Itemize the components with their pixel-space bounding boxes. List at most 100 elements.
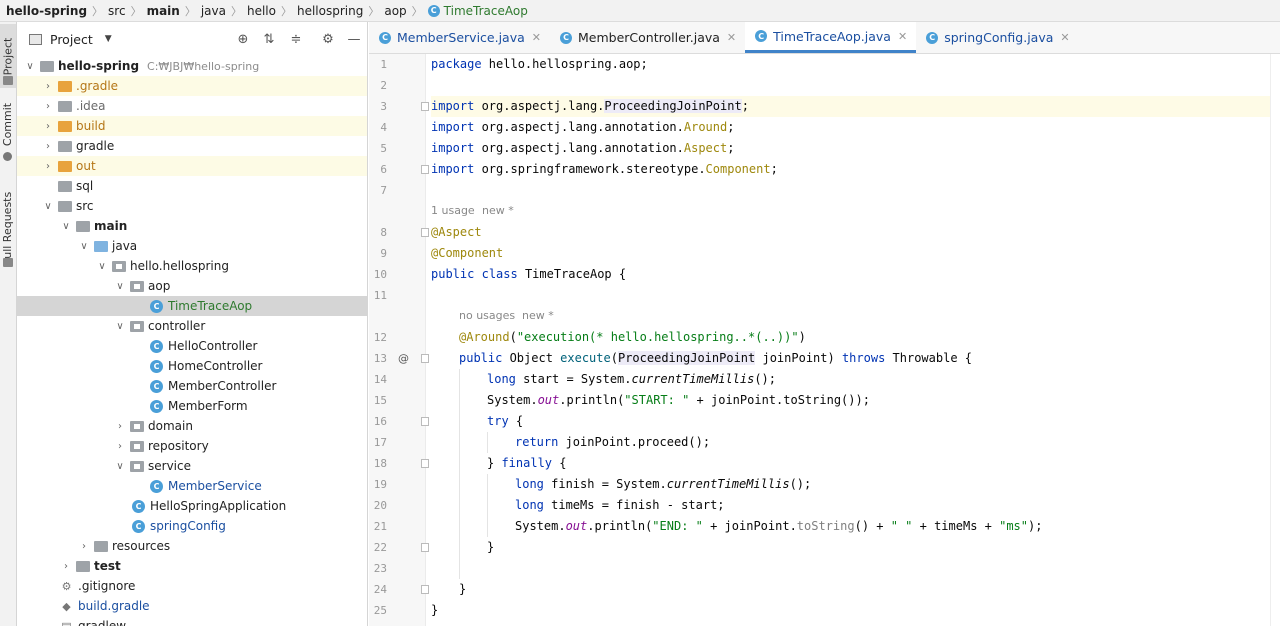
hide-icon[interactable]: — <box>346 31 362 47</box>
tree-item-membercontroller[interactable]: C MemberController <box>17 376 367 396</box>
author-hint[interactable]: new * <box>482 200 514 221</box>
class-icon: C <box>755 30 768 42</box>
tree-item-hello-hellospring[interactable]: ∨ hello.hellospring <box>17 256 367 276</box>
chevron-down-icon[interactable]: ∨ <box>96 261 108 272</box>
tree-item-gitignore[interactable]: ⚙ .gitignore <box>17 576 367 596</box>
chevron-down-icon[interactable]: ∨ <box>78 241 90 252</box>
chevron-right-icon[interactable]: › <box>78 541 90 552</box>
tree-item-springconfig[interactable]: CspringConfig <box>17 516 367 536</box>
fold-icon[interactable] <box>421 417 429 426</box>
tree-item-out[interactable]: › out <box>17 156 367 176</box>
chevron-down-icon[interactable]: ∨ <box>60 221 72 232</box>
tab-membercontroller[interactable]: C MemberController.java ✕ <box>550 22 745 53</box>
locate-icon[interactable]: ⊕ <box>235 31 251 47</box>
tree-item-resources[interactable]: › resources <box>17 536 367 556</box>
fold-icon[interactable] <box>421 543 429 552</box>
tree-item-test[interactable]: › test <box>17 556 367 576</box>
tree-item-hellospringapplication[interactable]: C HelloSpringApplication <box>17 496 367 516</box>
crumb-hello-spring[interactable]: hello-spring <box>6 4 87 18</box>
chevron-down-icon[interactable]: ▼ <box>105 34 112 44</box>
tree-item-gradle-dir[interactable]: › .gradle <box>17 76 367 96</box>
chevron-down-icon[interactable]: ∨ <box>114 461 126 472</box>
tree-item-label: .gitignore <box>78 579 136 593</box>
crumb-hello[interactable]: hello <box>247 4 276 18</box>
fold-icon[interactable] <box>421 585 429 594</box>
tree-item-sql[interactable]: sql <box>17 176 367 196</box>
editor-scrollbar[interactable] <box>1270 54 1280 626</box>
tab-commit-tool[interactable]: Commit <box>0 94 16 154</box>
chevron-right-icon[interactable]: › <box>42 121 54 132</box>
tree-item-build-gradle[interactable]: ◆ build.gradle <box>17 596 367 616</box>
tab-memberservice[interactable]: C MemberService.java ✕ <box>369 22 550 53</box>
tree-item-label: HomeController <box>168 359 263 373</box>
tree-item-memberservice[interactable]: C MemberService <box>17 476 367 496</box>
class-icon: C <box>150 339 163 353</box>
tree-item-java[interactable]: ∨ java <box>17 236 367 256</box>
author-hint[interactable]: new * <box>522 305 554 326</box>
chevron-down-icon[interactable]: ∨ <box>114 281 126 292</box>
chevron-right-icon[interactable]: › <box>42 161 54 172</box>
project-view-icon <box>29 33 42 45</box>
line-number: 16 <box>373 415 387 428</box>
chevron-down-icon[interactable]: ∨ <box>24 61 36 72</box>
fold-icon[interactable] <box>421 459 429 468</box>
fold-icon[interactable] <box>421 354 429 363</box>
tab-springconfig[interactable]: CspringConfig.java ✕ <box>916 22 1078 53</box>
tree-item-service[interactable]: ∨ service <box>17 456 367 476</box>
tree-item-label: gradlew <box>78 619 127 626</box>
chevron-right-icon[interactable]: › <box>42 101 54 112</box>
crumb-main[interactable]: main <box>147 4 180 18</box>
tree-item-hello-spring[interactable]: ∨ hello-spring C:₩JBJ₩hello-spring <box>17 56 367 76</box>
crumb-src[interactable]: src <box>108 4 126 18</box>
tree-item-hellocontroller[interactable]: C HelloController <box>17 336 367 356</box>
fold-icon[interactable] <box>421 165 429 174</box>
collapse-all-icon[interactable]: ≑ <box>288 31 304 47</box>
tree-item-timetraceaop[interactable]: C TimeTraceAop <box>17 296 367 316</box>
tree-item-gradlew[interactable]: ▤ gradlew <box>17 616 367 626</box>
chevron-right-icon[interactable]: › <box>42 81 54 92</box>
tree-item-label: build.gradle <box>78 599 150 613</box>
fold-icon[interactable] <box>421 102 429 111</box>
code-line-current: import org.aspectj.lang.ProceedingJoinPo… <box>431 96 1280 117</box>
tree-item-main[interactable]: ∨ main <box>17 216 367 236</box>
close-icon[interactable]: ✕ <box>727 31 736 44</box>
source-folder-icon <box>94 240 108 252</box>
editor-gutter: 1 2 3 4 5 6 7 8 9 10 11 12 13 @ 14 15 16 … <box>369 54 429 626</box>
tree-item-domain[interactable]: › domain <box>17 416 367 436</box>
code-line: long timeMs = finish - start; <box>515 498 725 512</box>
chevron-down-icon[interactable]: ∨ <box>42 201 54 212</box>
expand-all-icon[interactable]: ⇅ <box>261 31 277 47</box>
crumb-hellospring[interactable]: hellospring <box>297 4 363 18</box>
tree-item-homecontroller[interactable]: C HomeController <box>17 356 367 376</box>
gear-icon[interactable]: ⚙ <box>320 31 336 47</box>
fold-icon[interactable] <box>421 228 429 237</box>
code-editor[interactable]: 1 2 3 4 5 6 7 8 9 10 11 12 13 @ 14 15 16 … <box>369 54 1280 626</box>
close-icon[interactable]: ✕ <box>532 31 541 44</box>
crumb-aop[interactable]: aop <box>384 4 406 18</box>
close-icon[interactable]: ✕ <box>1060 31 1069 44</box>
tree-item-memberform[interactable]: C MemberForm <box>17 396 367 416</box>
project-view-title[interactable]: Project <box>50 32 93 47</box>
chevron-down-icon[interactable]: ∨ <box>114 321 126 332</box>
crumb-file[interactable]: TimeTraceAop <box>444 4 528 18</box>
usage-hint[interactable]: 1 usage <box>431 200 475 221</box>
tab-timetraceaop[interactable]: C TimeTraceAop.java ✕ <box>745 22 917 53</box>
usage-hint[interactable]: no usages <box>459 305 515 326</box>
chevron-right-icon[interactable]: › <box>60 561 72 572</box>
chevron-right-icon[interactable]: › <box>114 421 126 432</box>
tree-item-aop[interactable]: ∨ aop <box>17 276 367 296</box>
tree-item-label: main <box>94 219 128 233</box>
tree-item-gradle[interactable]: › gradle <box>17 136 367 156</box>
tree-item-src[interactable]: ∨ src <box>17 196 367 216</box>
chevron-right-icon[interactable]: › <box>114 441 126 452</box>
aspect-gutter-icon[interactable]: @ <box>398 348 409 369</box>
close-icon[interactable]: ✕ <box>898 30 907 43</box>
tree-item-repository[interactable]: › repository <box>17 436 367 456</box>
commit-icon <box>3 152 12 161</box>
tree-item-build[interactable]: › build <box>17 116 367 136</box>
tree-item-controller[interactable]: ∨ controller <box>17 316 367 336</box>
tree-item-idea[interactable]: › .idea <box>17 96 367 116</box>
crumb-java[interactable]: java <box>201 4 226 18</box>
project-panel-header: Project ▼ ⊕ ⇅ ≑ ⚙ — <box>17 22 367 56</box>
chevron-right-icon[interactable]: › <box>42 141 54 152</box>
